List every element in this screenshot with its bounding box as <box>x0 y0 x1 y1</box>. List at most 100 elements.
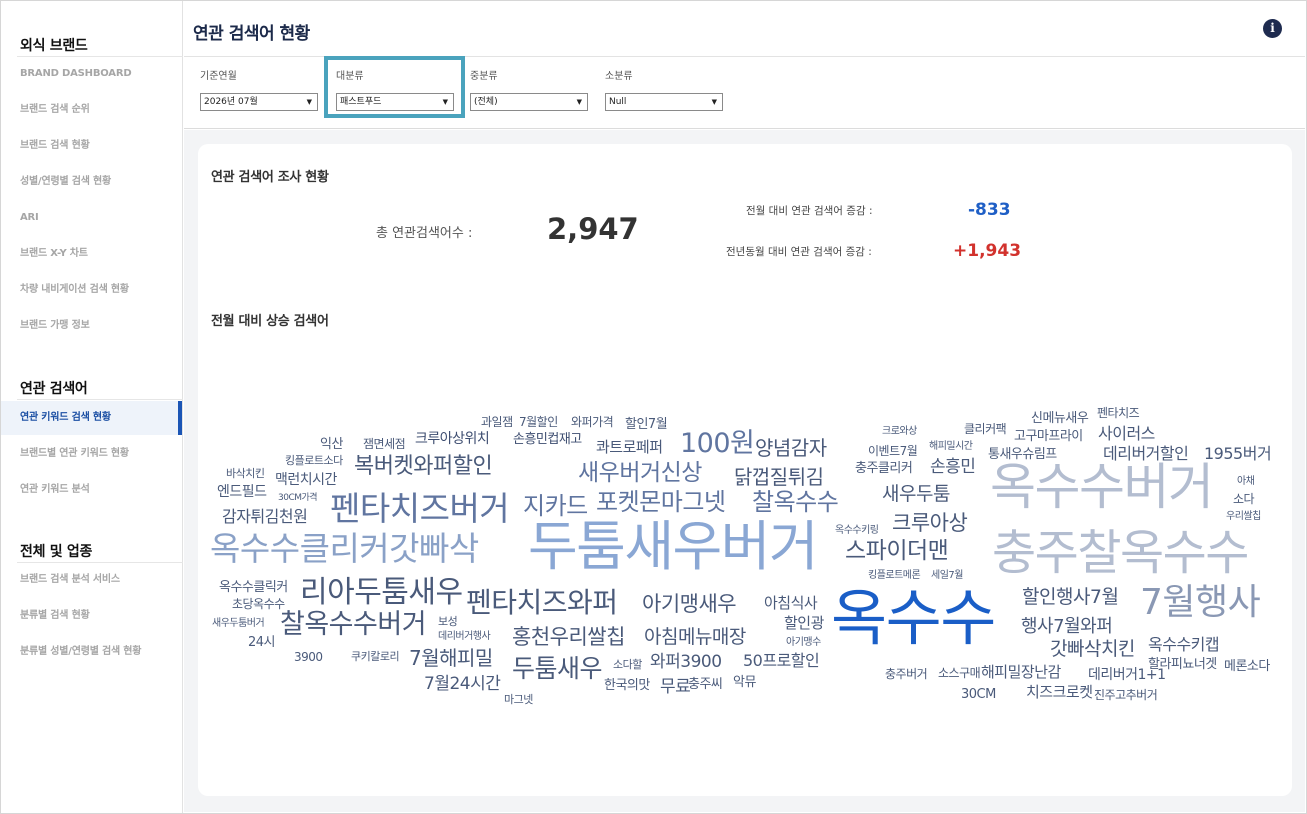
sidebar-item-ari[interactable]: ARI <box>1 201 182 235</box>
keyword-word[interactable]: 엔드필드 <box>217 485 267 499</box>
keyword-word[interactable]: 두툼새우 <box>512 656 603 681</box>
sidebar-item-brand-search-rank[interactable]: 브랜드 검색 순위 <box>1 93 182 127</box>
keyword-word[interactable]: 마그넷 <box>504 694 533 705</box>
keyword-word[interactable]: 데리버거행사 <box>438 632 491 642</box>
sidebar-item-brand-dashboard[interactable]: BRAND DASHBOARD <box>1 57 182 91</box>
keyword-word[interactable]: 홍천우리쌀칩 <box>512 627 625 648</box>
keyword-word[interactable]: 소다할 <box>613 659 642 670</box>
keyword-word[interactable]: 24시 <box>248 636 276 649</box>
sidebar-item-brand-search-status[interactable]: 브랜드 검색 현황 <box>1 129 182 163</box>
keyword-word[interactable]: 익산 <box>320 438 343 451</box>
keyword-word[interactable]: 30CM <box>961 688 996 701</box>
sidebar-item-gender-age-search[interactable]: 성별/연령별 검색 현황 <box>1 165 182 199</box>
keyword-word[interactable]: 복버켓와퍼할인 <box>354 456 493 478</box>
keyword-word[interactable]: 7월해피밀 <box>409 648 493 668</box>
keyword-word[interactable]: 세일7월 <box>931 571 963 581</box>
keyword-word[interactable]: 킹플로트소다 <box>285 455 343 466</box>
keyword-word[interactable]: 감자튀김천원 <box>222 509 308 525</box>
keyword-word[interactable]: 크로와상 <box>882 427 917 437</box>
sidebar-item-brand-search-analysis[interactable]: 브랜드 검색 분석 서비스 <box>1 563 182 597</box>
keyword-word[interactable]: 행사7월와퍼 <box>1021 618 1113 636</box>
keyword-word[interactable]: 아기맹수 <box>786 638 821 648</box>
keyword-word[interactable]: 닭껍질튀김 <box>734 467 824 487</box>
keyword-word[interactable]: 충주버거 <box>885 668 928 680</box>
sidebar-item-category-gender-age[interactable]: 분류별 성별/연령별 검색 현황 <box>1 635 182 669</box>
keyword-word[interactable]: 아침식사 <box>764 596 818 611</box>
keyword-word[interactable]: 옥수수 <box>831 588 996 649</box>
keyword-word[interactable]: 보성 <box>438 616 458 627</box>
keyword-word[interactable]: 무료 <box>660 679 691 696</box>
keyword-word[interactable]: 충주씨 <box>688 678 723 691</box>
keyword-word[interactable]: 옥수수클릭커 <box>219 581 288 594</box>
keyword-word[interactable]: 1955버거 <box>1204 446 1272 462</box>
keyword-word[interactable]: 진주고추버거 <box>1094 689 1158 701</box>
keyword-word[interactable]: 펜타치즈 <box>1097 407 1140 419</box>
sidebar-item-car-navigation[interactable]: 차량 내비게이션 검색 현황 <box>1 273 182 307</box>
keyword-word[interactable]: 바삭치킨 <box>226 468 265 479</box>
minor-category-select[interactable]: Null ▼ <box>605 93 723 111</box>
keyword-word[interactable]: 신메뉴새우 <box>1031 412 1089 425</box>
keyword-word[interactable]: 포켓몬마그넷 <box>596 490 726 514</box>
keyword-word[interactable]: 갓빠삭치킨 <box>1050 640 1135 659</box>
keyword-word[interactable]: 새우버거신상 <box>578 462 702 485</box>
keyword-word[interactable]: 새우두툼 <box>882 485 950 504</box>
keyword-word[interactable]: 크루아상 <box>892 513 968 534</box>
keyword-word[interactable]: 고구마프라이 <box>1014 430 1083 443</box>
keyword-word[interactable]: 사이러스 <box>1098 426 1155 442</box>
keyword-word[interactable]: 옥수수클리커갓빠삭 <box>210 532 479 565</box>
mid-category-select[interactable]: (전체) ▼ <box>470 93 588 111</box>
info-icon[interactable]: i <box>1263 19 1282 38</box>
keyword-word[interactable]: 펜타치즈와퍼 <box>466 589 618 617</box>
keyword-word[interactable]: 7월24시간 <box>424 676 501 693</box>
keyword-word[interactable]: 아채 <box>1237 477 1255 487</box>
sidebar-item-brand-related-keyword[interactable]: 브랜드별 연관 키워드 현황 <box>1 437 182 471</box>
keyword-word[interactable]: 킹플로트메론 <box>868 571 921 581</box>
keyword-word[interactable]: 클리커팩 <box>964 423 1007 435</box>
keyword-word[interactable]: 손흥민 <box>930 459 976 476</box>
keyword-word[interactable]: 7월행사 <box>1140 585 1261 621</box>
keyword-word[interactable]: 스파이더맨 <box>845 540 949 563</box>
keyword-word[interactable]: 할인7월 <box>625 418 668 431</box>
keyword-word[interactable]: 쿠키칼로리 <box>351 651 400 662</box>
keyword-word[interactable]: 100원 <box>680 430 755 457</box>
keyword-word[interactable]: 50프로할인 <box>743 653 820 669</box>
keyword-word[interactable]: 잼면세점 <box>363 438 406 450</box>
sidebar-item-category-search[interactable]: 분류별 검색 현황 <box>1 599 182 633</box>
keyword-word[interactable]: 아기맹새우 <box>642 594 737 615</box>
keyword-word[interactable]: 30CM가격 <box>278 494 318 503</box>
keyword-word[interactable]: 두툼새우버거 <box>528 520 819 574</box>
sidebar-item-related-keyword-analysis[interactable]: 연관 키워드 분석 <box>1 473 182 507</box>
keyword-word[interactable]: 리아두툼새우 <box>300 578 463 608</box>
month-select[interactable]: 2026년 07월 ▼ <box>200 93 318 111</box>
keyword-word[interactable]: 과일잼 <box>481 416 513 428</box>
keyword-word[interactable]: 치즈크로켓 <box>1026 685 1093 700</box>
keyword-word[interactable]: 찰옥수수 <box>752 490 839 514</box>
keyword-word[interactable]: 새우두툼버거 <box>212 619 265 629</box>
keyword-word[interactable]: 소다 <box>1233 493 1255 505</box>
sidebar-item-xy-chart[interactable]: 브랜드 X-Y 차트 <box>1 237 182 271</box>
keyword-word[interactable]: 이벤트7월 <box>868 445 918 457</box>
keyword-word[interactable]: 손흥민컵재고 <box>513 433 582 446</box>
sidebar-item-related-keyword-search[interactable]: 연관 키워드 검색 현황 <box>1 401 182 435</box>
keyword-word[interactable]: 3900 <box>294 651 323 663</box>
keyword-word[interactable]: 양념감자 <box>755 438 827 458</box>
keyword-word[interactable]: 옥수수버거 <box>990 462 1214 512</box>
keyword-word[interactable]: 맥런치시간 <box>275 473 337 487</box>
keyword-word[interactable]: 한국의맛 <box>604 679 650 692</box>
keyword-word[interactable]: 와퍼가격 <box>571 416 614 428</box>
keyword-word[interactable]: 소스구매 <box>938 667 981 679</box>
keyword-word[interactable]: 펜타치즈버거 <box>330 492 510 525</box>
keyword-word[interactable]: 찰옥수수버거 <box>280 611 427 638</box>
sidebar-item-franchise-info[interactable]: 브랜드 가맹 정보 <box>1 309 182 343</box>
keyword-word[interactable]: 초당옥수수 <box>232 598 285 610</box>
keyword-word[interactable]: 충주클리커 <box>855 462 913 475</box>
keyword-word[interactable]: 메론소다 <box>1224 660 1270 673</box>
keyword-word[interactable]: 아침메뉴매장 <box>644 628 746 647</box>
keyword-word[interactable]: 할인광 <box>784 616 824 631</box>
keyword-word[interactable]: 와퍼3900 <box>650 654 722 671</box>
keyword-word[interactable]: 할인행사7월 <box>1022 588 1119 607</box>
keyword-word[interactable]: 옥수수키링 <box>835 526 879 536</box>
keyword-word[interactable]: 데리버거1+1 <box>1088 668 1166 682</box>
keyword-word[interactable]: 해피밀시간 <box>929 442 973 452</box>
keyword-word[interactable]: 크루아상위치 <box>415 432 490 446</box>
